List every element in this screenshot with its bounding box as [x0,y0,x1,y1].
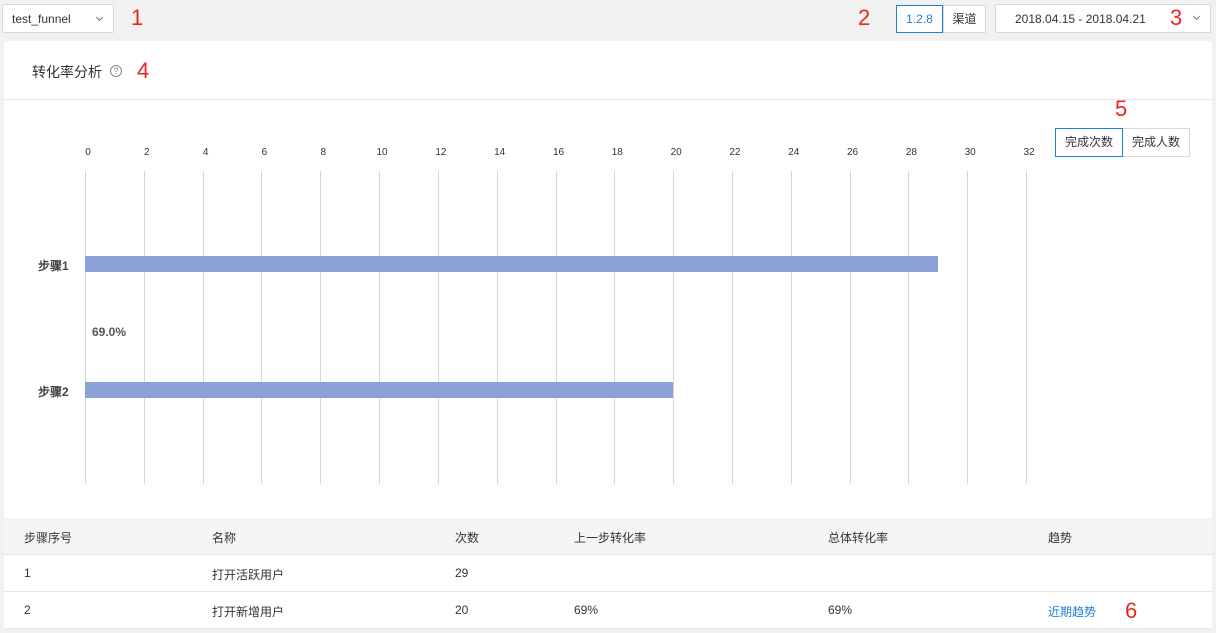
row-name: 打开活跃用户 [212,568,285,582]
date-range-value: 2018.04.15 - 2018.04.21 [1015,12,1146,26]
grid-line [673,171,675,484]
grid-line [437,171,439,484]
grid-line [555,171,557,484]
annotation-1: 1 [131,5,144,30]
conversion-card: 转化率分析 ? 4 5 完成次数 完成人数 69.0% 0 2 4 6 8 10 12 14 1… [4,41,1212,629]
row-step-no: 2 [24,603,31,617]
header-prev-rate: 上一步转化率 [574,531,647,545]
header-count: 次数 [455,531,480,545]
table-header: 步骤序号 名称 次数 上一步转化率 总体转化率 趋势 [4,518,1212,555]
grid-line [790,171,792,484]
x-tick-label: 30 [964,147,976,158]
x-tick-label: 8 [320,147,327,158]
card-header: 转化率分析 ? 4 [4,41,1212,100]
grid-line [614,171,616,484]
x-tick-label: 16 [552,147,565,158]
row-count: 29 [455,566,469,580]
category-label: 步骤1 [38,259,69,273]
x-tick-label: 10 [376,147,388,158]
grid-line [731,171,733,484]
row-prev-rate: 69% [574,603,599,617]
x-tick-label: 26 [847,147,859,158]
bar-2[interactable] [85,382,674,398]
annotation-2: 2 [858,5,871,30]
chevron-down-icon [1192,12,1201,21]
header-trend: 趋势 [1048,531,1073,545]
grid-line [908,171,910,484]
row-step-no: 1 [24,566,31,580]
steps-table: 步骤序号 名称 次数 上一步转化率 总体转化率 趋势 1 打开活跃用户 29 2… [4,518,1212,629]
row-name: 打开新增用户 [212,605,285,619]
bar-1[interactable] [85,256,938,272]
annotation-4: 4 [137,58,150,83]
card-title: 转化率分析 [32,64,102,80]
x-tick-label: 22 [729,147,741,158]
grid-line [261,171,263,484]
x-tick-label: 14 [494,147,506,158]
help-icon[interactable]: ? [110,65,122,77]
grid-line [967,171,969,484]
grid-line [143,171,145,484]
trend-link[interactable]: 近期趋势 [1048,603,1096,620]
channel-button[interactable]: 渠道 [943,5,986,33]
funnel-select[interactable]: test_funnel [2,4,114,33]
x-tick-label: 6 [261,147,268,158]
annotation-6: 6 [1125,598,1138,623]
x-tick-label: 18 [611,147,623,158]
funnel-chart: 69.0% 0 2 4 6 8 10 12 14 16 18 20 22 24 26 28 30 32 步骤1 步骤… [4,141,1212,521]
row-count: 20 [455,603,469,617]
grid-line [320,171,322,484]
version-button[interactable]: 1.2.8 [896,5,943,33]
category-label: 步骤2 [38,385,69,399]
annotation-3: 3 [1170,5,1183,30]
grid-line [202,171,204,484]
grid-line [85,171,86,484]
funnel-select-value: test_funnel [12,12,71,26]
header-name: 名称 [212,531,237,545]
header-total-rate: 总体转化率 [828,531,889,545]
x-tick-label: 2 [144,147,150,158]
conversion-rate-label: 69.0% [92,325,127,339]
x-tick-label: 28 [905,147,917,158]
x-tick-label: 20 [670,147,682,158]
x-tick-label: 0 [85,147,91,158]
table-row: 1 打开活跃用户 29 [4,555,1212,592]
x-tick-label: 24 [788,147,800,158]
grid-line [379,171,381,484]
x-tick-label: 12 [435,147,447,158]
table-row: 2 打开新增用户 20 69% 69% 近期趋势 6 [4,592,1212,629]
row-total-rate: 69% [828,603,853,617]
grid-line [1026,171,1027,484]
x-tick-label: 4 [202,147,209,158]
chevron-down-icon [95,13,104,22]
grid-line [849,171,851,484]
grid-line [496,171,498,484]
x-tick-label: 32 [1023,147,1035,158]
header-step-no: 步骤序号 [24,531,73,545]
annotation-5: 5 [1115,96,1128,121]
